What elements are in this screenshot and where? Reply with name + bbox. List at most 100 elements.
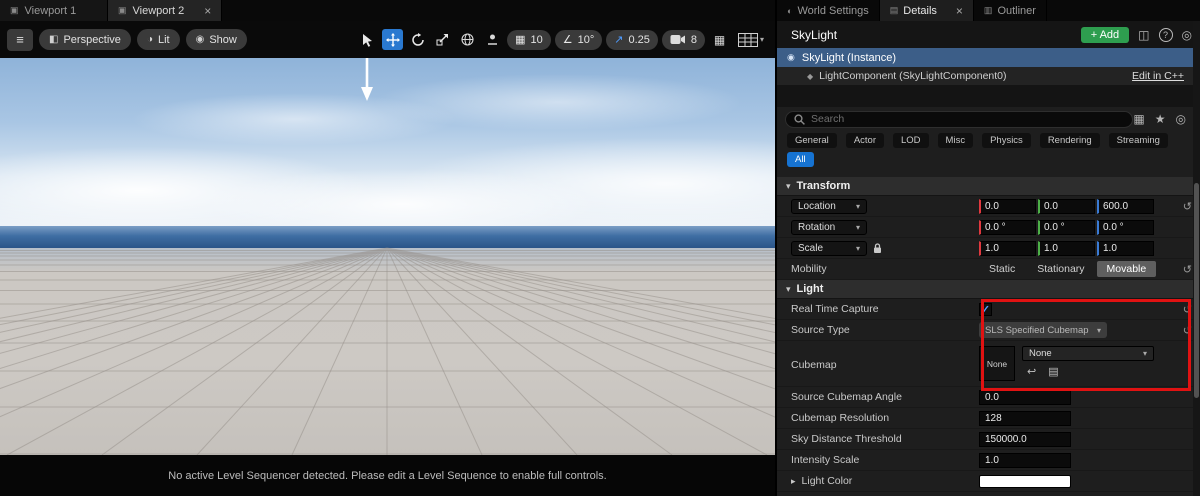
rotation-z-field[interactable]: 0.0 ° xyxy=(1097,219,1154,235)
scale-snap-value[interactable]: 0.25 xyxy=(628,34,649,46)
viewport-layout-dropdown[interactable]: ▾ xyxy=(734,29,768,50)
component-tree-child-row[interactable]: ◆ LightComponent (SkyLightComponent0) Ed… xyxy=(777,67,1200,85)
location-z-field[interactable]: 600.0 xyxy=(1097,198,1154,214)
perspective-label: Perspective xyxy=(63,33,121,46)
search-input[interactable] xyxy=(811,113,1125,125)
location-x-field[interactable]: 0.0 xyxy=(979,198,1036,214)
all-filter-row: All xyxy=(777,149,1200,169)
real-time-capture-label: Real Time Capture xyxy=(791,303,879,315)
favorites-star-icon[interactable]: ★ xyxy=(1155,112,1166,126)
close-tab-icon[interactable]: × xyxy=(956,4,963,18)
reset-to-default-icon[interactable]: ↺ xyxy=(1172,303,1192,316)
panel-layout-icon[interactable]: ◫ xyxy=(1138,28,1149,42)
filter-actor[interactable]: Actor xyxy=(845,132,884,148)
light-color-swatch[interactable] xyxy=(979,474,1071,488)
filter-misc[interactable]: Misc xyxy=(937,132,974,148)
camera-speed-value[interactable]: 8 xyxy=(691,34,697,46)
intensity-scale-field[interactable]: 1.0 xyxy=(979,452,1071,468)
source-type-dropdown[interactable]: SLS Specified Cubemap ▾ xyxy=(979,322,1107,338)
filter-physics[interactable]: Physics xyxy=(982,132,1031,148)
browse-to-asset-icon[interactable]: ▤ xyxy=(1048,365,1058,378)
grid-snap-value[interactable]: 10 xyxy=(530,34,542,46)
outliner-list-icon: ▥ xyxy=(983,5,993,15)
details-scrollbar-thumb[interactable] xyxy=(1194,183,1199,398)
source-cubemap-angle-field[interactable]: 0.0 xyxy=(979,389,1071,405)
rotation-x-field[interactable]: 0.0 ° xyxy=(979,219,1036,235)
details-panel: ◐ World Settings ▤ Details × ▥ Outliner … xyxy=(775,0,1200,496)
rotation-snap-value[interactable]: 10° xyxy=(578,34,595,46)
viewport-menu-button[interactable]: ≡ xyxy=(7,28,33,51)
search-box[interactable] xyxy=(785,110,1134,128)
chevron-right-icon[interactable]: ▸ xyxy=(791,476,796,487)
add-component-button[interactable]: + Add xyxy=(1080,26,1130,43)
view-settings-gear-icon[interactable]: ◎ xyxy=(1176,112,1186,126)
world-settings-icon: ◐ xyxy=(787,5,793,16)
property-row-cubemap-resolution: Cubemap Resolution 128 xyxy=(777,408,1200,429)
rotation-y-field[interactable]: 0.0 ° xyxy=(1038,219,1095,235)
select-tool-button[interactable] xyxy=(357,29,378,50)
viewport-3d-scene[interactable] xyxy=(0,58,775,455)
move-tool-button[interactable] xyxy=(382,29,404,50)
location-mode-dropdown[interactable]: Location ▾ xyxy=(791,198,867,214)
globe-icon xyxy=(461,33,474,46)
mobility-label: Mobility xyxy=(791,263,827,275)
mobility-option-static[interactable]: Static xyxy=(979,261,1025,277)
light-direction-arrow-gizmo[interactable] xyxy=(358,58,376,102)
section-header-light[interactable]: ▾ Light xyxy=(777,280,1200,299)
property-row-light-color: ▸ Light Color xyxy=(777,471,1200,492)
use-selected-asset-icon[interactable]: ↩ xyxy=(1027,365,1036,378)
display-options-icon[interactable]: ▦ xyxy=(1133,112,1144,126)
viewport-tool-cluster: ▦ 10 ∠ 10° ↗ 0.25 8 ▦ ▾ xyxy=(357,29,768,50)
mobility-option-movable[interactable]: Movable xyxy=(1096,261,1157,277)
close-tab-icon[interactable]: × xyxy=(204,4,211,18)
tab-world-settings[interactable]: ◐ World Settings xyxy=(777,0,880,21)
grid-snap-control[interactable]: ▦ 10 xyxy=(507,29,551,50)
edit-in-cpp-link[interactable]: Edit in C++ xyxy=(1132,70,1184,82)
section-header-transform[interactable]: ▾ Transform xyxy=(777,177,1200,196)
surface-snap-button[interactable] xyxy=(482,29,503,50)
tab-viewport-1[interactable]: ▣ Viewport 1 xyxy=(0,0,108,21)
filter-streaming[interactable]: Streaming xyxy=(1108,132,1168,148)
world-local-toggle-button[interactable] xyxy=(457,29,478,50)
lit-dropdown[interactable]: ◑ Lit xyxy=(136,29,180,50)
rotation-mode-dropdown[interactable]: Rotation ▾ xyxy=(791,219,867,235)
filter-lod[interactable]: LOD xyxy=(893,132,929,148)
rotation-label: Rotation xyxy=(798,221,836,233)
perspective-dropdown[interactable]: ◧ Perspective xyxy=(39,29,131,50)
filter-all[interactable]: All xyxy=(787,151,814,167)
scale-x-field[interactable]: 1.0 xyxy=(979,240,1036,256)
real-time-capture-checkbox[interactable]: ✓ xyxy=(979,302,992,316)
light-component-icon: ◆ xyxy=(807,71,814,81)
sky-distance-threshold-field[interactable]: 150000.0 xyxy=(979,431,1071,447)
location-y-field[interactable]: 0.0 xyxy=(1038,198,1095,214)
lock-icon[interactable] xyxy=(873,242,882,254)
tab-details[interactable]: ▤ Details × xyxy=(879,0,974,21)
rotation-snap-control[interactable]: ∠ 10° xyxy=(554,29,603,50)
scale-mode-dropdown[interactable]: Scale ▾ xyxy=(791,240,867,256)
cubemap-asset-dropdown[interactable]: None ▾ xyxy=(1022,346,1154,361)
scale-tool-button[interactable] xyxy=(432,29,453,50)
cubemap-resolution-field[interactable]: 128 xyxy=(979,410,1071,426)
show-dropdown[interactable]: ◉ Show xyxy=(185,29,247,50)
grid-snap-icon: ▦ xyxy=(515,34,526,46)
chevron-down-icon: ▾ xyxy=(1096,325,1101,335)
camera-speed-control[interactable]: 8 xyxy=(661,29,705,50)
scale-snap-control[interactable]: ↗ 0.25 xyxy=(606,29,658,50)
filter-general[interactable]: General xyxy=(787,132,837,148)
reset-to-default-icon[interactable]: ↺ xyxy=(1172,263,1192,276)
component-tree-root-row[interactable]: ◉ SkyLight (Instance) xyxy=(777,48,1200,67)
tab-outliner[interactable]: ▥ Outliner xyxy=(974,0,1047,21)
cubemap-thumbnail[interactable]: None xyxy=(979,346,1015,381)
settings-gear-icon[interactable]: ◎ xyxy=(1182,28,1192,42)
tab-viewport-2[interactable]: ▣ Viewport 2 × xyxy=(108,0,223,21)
maximize-viewport-button[interactable]: ▦ xyxy=(709,29,730,50)
help-icon[interactable]: ? xyxy=(1158,27,1173,42)
reset-to-default-icon[interactable]: ↺ xyxy=(1172,324,1192,337)
filter-rendering[interactable]: Rendering xyxy=(1039,132,1100,148)
rotate-tool-button[interactable] xyxy=(407,29,428,50)
mobility-option-stationary[interactable]: Stationary xyxy=(1027,261,1094,277)
scale-y-field[interactable]: 1.0 xyxy=(1038,240,1095,256)
reset-to-default-icon[interactable]: ↺ xyxy=(1172,200,1192,213)
property-row-source-cubemap-angle: Source Cubemap Angle 0.0 xyxy=(777,387,1200,408)
scale-z-field[interactable]: 1.0 xyxy=(1097,240,1154,256)
